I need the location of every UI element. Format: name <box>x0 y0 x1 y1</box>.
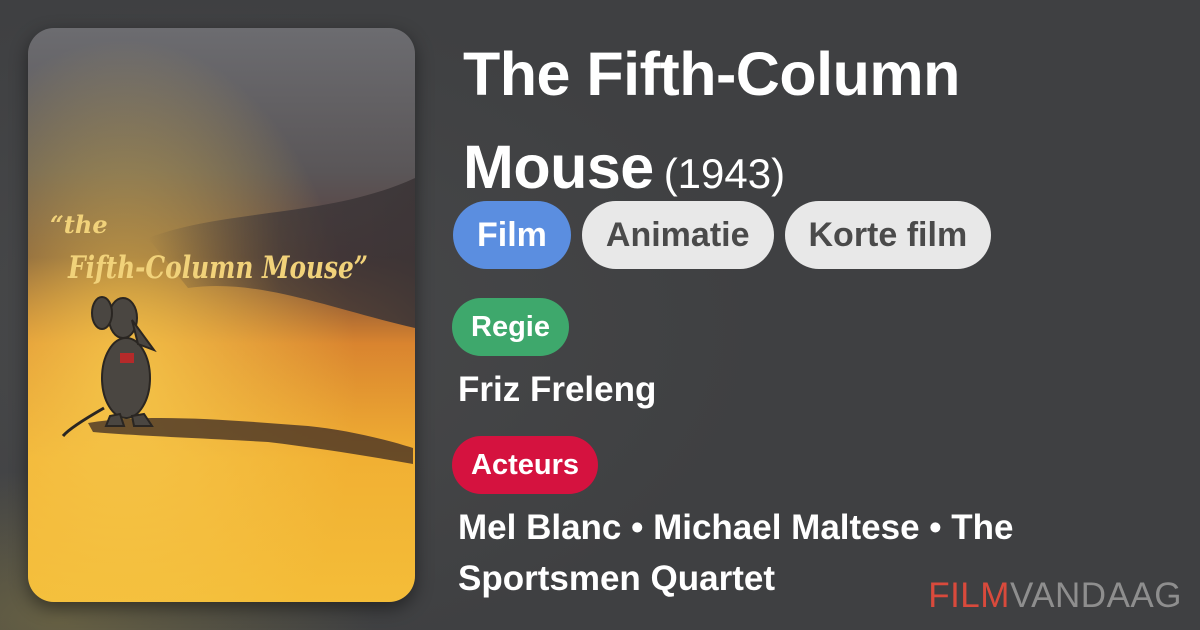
movie-title-block: The Fifth-Column Mouse (1943) <box>463 36 1163 222</box>
genre-chips: Film Animatie Korte film <box>453 201 992 269</box>
movie-title-line1: The Fifth-Column <box>463 40 960 108</box>
release-year: (1943) <box>663 150 786 197</box>
genre-chip-animatie[interactable]: Animatie <box>581 201 774 269</box>
logo-part-vandaag: VANDAAG <box>1009 576 1182 615</box>
genre-chip-film[interactable]: Film <box>453 201 571 269</box>
poster-title-line2: Fifth-Column Mouse” <box>67 250 368 286</box>
logo-part-film: FILM <box>928 576 1010 615</box>
genre-chip-korte-film[interactable]: Korte film <box>784 201 992 269</box>
movie-title-line2: Mouse <box>463 133 654 201</box>
director-label: Regie <box>452 298 569 356</box>
filmvandaag-logo[interactable]: FILMVANDAAG <box>928 576 1182 616</box>
cast-names-line1: Mel Blanc • Michael Maltese • The <box>458 508 1014 547</box>
poster-image: “the Fifth-Column Mouse” <box>28 28 415 602</box>
movie-poster[interactable]: “the Fifth-Column Mouse” <box>28 28 415 602</box>
poster-title-line1: “the <box>50 210 108 239</box>
director-names[interactable]: Friz Freleng <box>458 364 656 415</box>
cast-label: Acteurs <box>452 436 598 494</box>
